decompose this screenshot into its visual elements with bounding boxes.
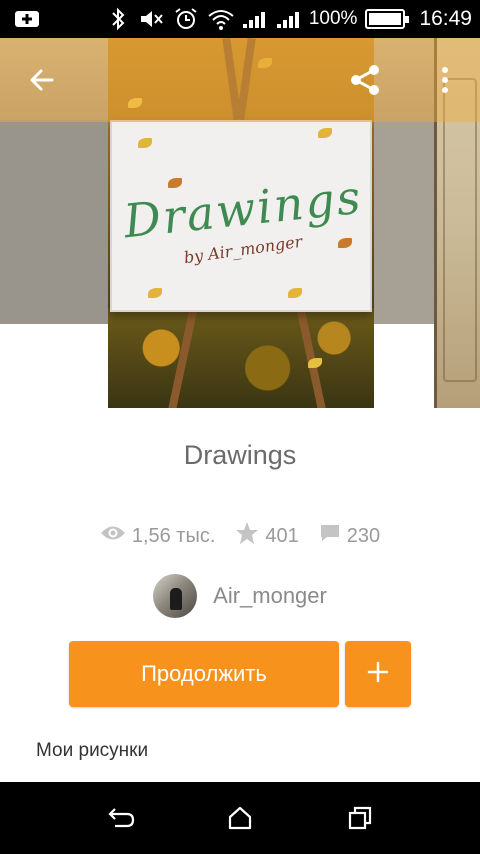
author-name[interactable]: Air_monger (213, 583, 327, 609)
signal-1-icon (241, 7, 267, 31)
avatar[interactable] (153, 574, 198, 618)
cover-background-left (0, 120, 108, 324)
comment-icon (319, 523, 341, 549)
cover-foliage (108, 308, 374, 408)
home-nav-icon[interactable] (218, 796, 262, 840)
more-vert-icon[interactable] (430, 58, 460, 102)
plus-icon (367, 661, 389, 688)
book-stats: 1,56 тыс. 401 230 (0, 520, 480, 552)
wifi-icon (207, 7, 234, 31)
clock: 16:49 (419, 7, 472, 30)
download-icon (14, 8, 40, 30)
battery-percent: 100% (308, 8, 358, 29)
book-title: Drawings (183, 440, 297, 470)
battery-icon (365, 9, 410, 29)
views-stat: 1,56 тыс. (100, 524, 216, 548)
eye-icon (100, 524, 126, 548)
comments-stat: 230 (319, 523, 380, 549)
signal-2-icon (275, 7, 301, 31)
add-to-library-button[interactable] (345, 641, 411, 707)
views-count: 1,56 тыс. (131, 524, 216, 547)
star-icon (235, 521, 259, 551)
back-nav-icon[interactable] (100, 796, 144, 840)
share-icon[interactable] (344, 58, 388, 102)
comments-count: 230 (346, 524, 381, 547)
continue-button-label: Продолжить (141, 661, 267, 686)
navigation-bar (0, 782, 480, 854)
bluetooth-icon (105, 7, 131, 31)
mute-icon (139, 7, 165, 31)
top-toolbar (0, 38, 480, 122)
votes-stat: 401 (235, 521, 299, 551)
back-arrow-icon[interactable] (20, 58, 64, 102)
cover-canvas: Drawings by Air_monger (110, 120, 372, 312)
votes-count: 401 (265, 524, 299, 547)
status-bar: 100% 16:49 (0, 0, 480, 38)
section-label: Мои рисунки (36, 740, 149, 761)
recents-nav-icon[interactable] (338, 796, 382, 840)
continue-reading-button[interactable]: Продолжить (69, 641, 339, 707)
alarm-icon (173, 7, 199, 31)
author-row[interactable]: Air_monger (0, 574, 480, 618)
